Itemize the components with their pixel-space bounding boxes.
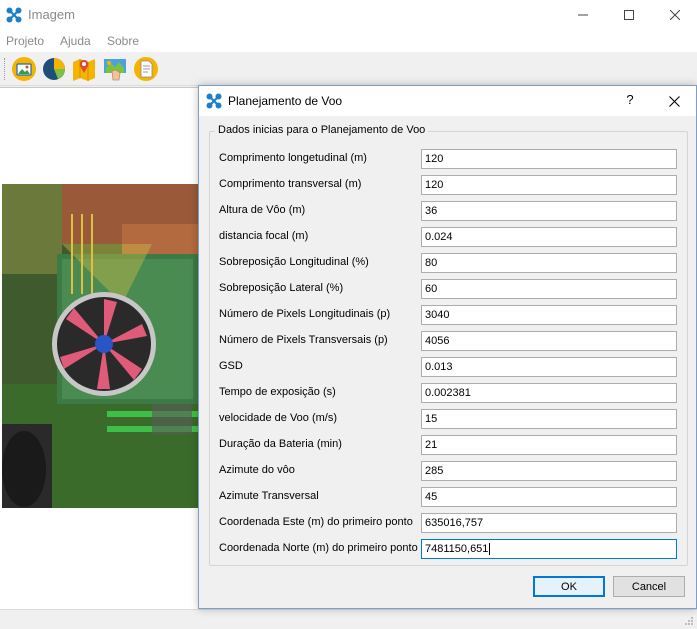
- ok-button[interactable]: OK: [533, 576, 605, 597]
- field-value: 0.002381: [425, 387, 471, 399]
- map-pin-icon[interactable]: [71, 56, 97, 82]
- field-value: 4056: [425, 335, 450, 347]
- field-input[interactable]: 80: [421, 253, 677, 273]
- field-input[interactable]: 120: [421, 175, 677, 195]
- field-label: Azimute do vôo: [219, 464, 295, 476]
- close-button[interactable]: [652, 0, 697, 30]
- app-logo-icon: [6, 7, 22, 23]
- cancel-button[interactable]: Cancel: [613, 576, 685, 597]
- field-value: 15: [425, 413, 438, 425]
- field-label: Coordenada Este (m) do primeiro ponto: [219, 516, 413, 528]
- field-value: 285: [425, 465, 444, 477]
- field-input[interactable]: 4056: [421, 331, 677, 351]
- field-label: GSD: [219, 360, 243, 372]
- menu-projeto[interactable]: Projeto: [6, 34, 44, 48]
- flight-planning-dialog: Planejamento de Voo ? Dados inicias para…: [198, 85, 697, 609]
- field-value: 80: [425, 257, 438, 269]
- field-label: Número de Pixels Transversais (p): [219, 334, 388, 346]
- field-value: 7481150,651: [425, 543, 489, 555]
- field-label: Tempo de exposição (s): [219, 386, 336, 398]
- field-input[interactable]: 15: [421, 409, 677, 429]
- aerial-photo-graphic: [2, 184, 198, 508]
- field-value: 3040: [425, 309, 450, 321]
- help-button[interactable]: ?: [615, 92, 645, 107]
- close-icon: [668, 95, 680, 107]
- pie-chart-icon[interactable]: [41, 56, 67, 82]
- aerial-photo: [2, 184, 198, 508]
- field-input[interactable]: 45: [421, 487, 677, 507]
- field-label: Coordenada Norte (m) do primeiro ponto: [219, 542, 418, 554]
- text-caret: [489, 543, 491, 556]
- field-label: Sobreposição Longitudinal (%): [219, 256, 369, 268]
- map-hand-icon[interactable]: [102, 56, 128, 82]
- close-icon: [670, 10, 680, 20]
- dialog-titlebar: Planejamento de Voo ?: [199, 86, 696, 116]
- field-label: Sobreposição Lateral (%): [219, 282, 344, 294]
- field-input[interactable]: 285: [421, 461, 677, 481]
- field-value: 120: [425, 179, 444, 191]
- field-input[interactable]: 120: [421, 149, 677, 169]
- dialog-title: Planejamento de Voo: [228, 94, 343, 108]
- toolbar-grip: [4, 58, 7, 80]
- minimize-icon: [578, 14, 588, 16]
- toolbar: [0, 52, 697, 86]
- maximize-button[interactable]: [606, 0, 652, 30]
- field-label: distancia focal (m): [219, 230, 309, 242]
- field-input[interactable]: 0.013: [421, 357, 677, 377]
- menu-sobre[interactable]: Sobre: [107, 34, 139, 48]
- field-label: Azimute Transversal: [219, 490, 319, 502]
- window-title: Imagem: [28, 7, 75, 22]
- field-value: 120: [425, 153, 444, 165]
- field-input[interactable]: 3040: [421, 305, 677, 325]
- field-value: 21: [425, 439, 438, 451]
- minimize-button[interactable]: [560, 0, 606, 30]
- menu-ajuda[interactable]: Ajuda: [60, 34, 91, 48]
- field-value: 0.024: [425, 231, 453, 243]
- field-input[interactable]: 21: [421, 435, 677, 455]
- field-label: Número de Pixels Longitudinais (p): [219, 308, 391, 320]
- field-label: Comprimento transversal (m): [219, 178, 362, 190]
- maximize-icon: [624, 10, 634, 20]
- field-value: 635016,757: [425, 517, 484, 529]
- groupbox-title: Dados inicias para o Planejamento de Voo: [215, 124, 429, 136]
- field-value: 60: [425, 283, 438, 295]
- field-label: Comprimento longetudinal (m): [219, 152, 367, 164]
- field-input[interactable]: 0.024: [421, 227, 677, 247]
- field-value: 0.013: [425, 361, 453, 373]
- field-input[interactable]: 60: [421, 279, 677, 299]
- field-value: 45: [425, 491, 438, 503]
- main-titlebar: Imagem: [0, 0, 697, 30]
- field-value: 36: [425, 205, 438, 217]
- dialog-logo-icon: [206, 93, 222, 109]
- field-label: Altura de Vôo (m): [219, 204, 306, 216]
- dialog-close-button[interactable]: [659, 91, 689, 111]
- field-input[interactable]: 0.002381: [421, 383, 677, 403]
- field-input[interactable]: 7481150,651: [421, 539, 677, 559]
- field-label: velocidade de Voo (m/s): [219, 412, 338, 424]
- menubar: Projeto Ajuda Sobre: [0, 30, 697, 52]
- field-label: Duração da Bateria (min): [219, 438, 342, 450]
- document-icon[interactable]: [133, 56, 159, 82]
- field-input[interactable]: 36: [421, 201, 677, 221]
- image-icon[interactable]: [11, 56, 37, 82]
- field-input[interactable]: 635016,757: [421, 513, 677, 533]
